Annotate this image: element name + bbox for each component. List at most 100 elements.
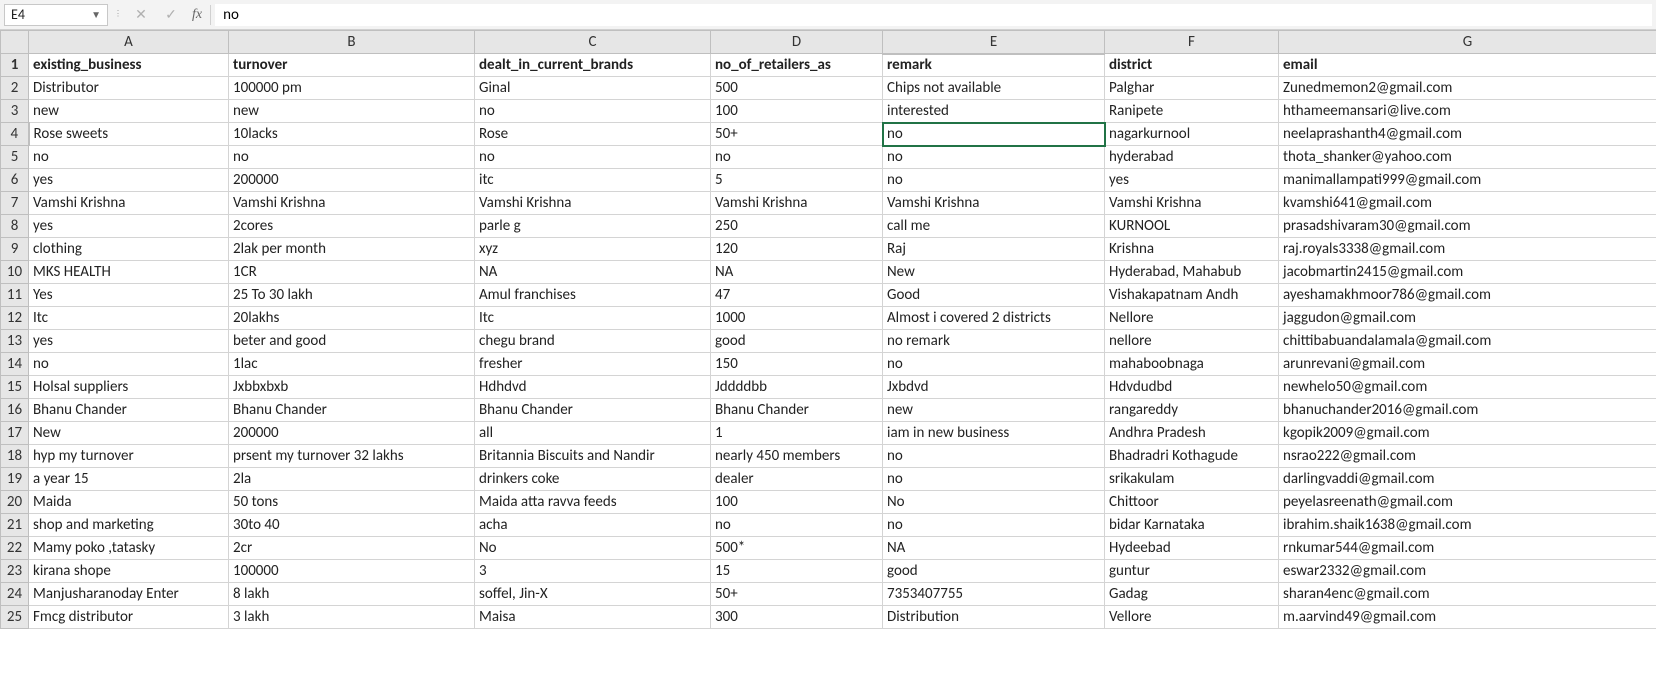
cell[interactable]: dealer [711,468,883,491]
cell[interactable]: soffel, Jin-X [475,583,711,606]
drag-handle-icon[interactable]: ⋮ [112,13,124,16]
cell[interactable]: Palghar [1105,77,1279,100]
row-header[interactable]: 6 [1,169,29,192]
cell[interactable]: Hydeebad [1105,537,1279,560]
cell[interactable]: peyelasreenath@gmail.com [1279,491,1656,514]
cell[interactable]: bhanuchander2016@gmail.com [1279,399,1656,422]
cell[interactable]: nagarkurnool [1105,123,1279,146]
cell[interactable]: 150 [711,353,883,376]
cell[interactable]: hthameemansari@live.com [1279,100,1656,123]
cell[interactable]: 2lak per month [229,238,475,261]
cell[interactable]: 8 lakh [229,583,475,606]
col-header-E[interactable]: E [883,31,1105,54]
cell[interactable]: Good [883,284,1105,307]
cell[interactable]: 500 [711,77,883,100]
cell[interactable]: Jxbbxbxb [229,376,475,399]
row-header[interactable]: 22 [1,537,29,560]
cell[interactable]: eswar2332@gmail.com [1279,560,1656,583]
row-header[interactable]: 2 [1,77,29,100]
cell[interactable]: itc [475,169,711,192]
cell[interactable]: shop and marketing [29,514,229,537]
cell[interactable]: guntur [1105,560,1279,583]
cell[interactable]: existing_business [29,54,229,77]
formula-input[interactable] [215,4,1652,26]
cell[interactable]: darlingvaddi@gmail.com [1279,468,1656,491]
cell[interactable]: 1CR [229,261,475,284]
row-header[interactable]: 1 [1,54,29,77]
cell[interactable]: 47 [711,284,883,307]
row-header[interactable]: 18 [1,445,29,468]
cell[interactable]: Maida [29,491,229,514]
cell[interactable]: No [475,537,711,560]
cell[interactable]: no [29,146,229,169]
name-box[interactable]: E4 ▼ [4,4,108,26]
cell[interactable]: mahaboobnaga [1105,353,1279,376]
cell[interactable]: 50 tons [229,491,475,514]
cell[interactable]: thota_shanker@yahoo.com [1279,146,1656,169]
cell[interactable]: Vamshi Krishna [475,192,711,215]
cell[interactable]: 2la [229,468,475,491]
cell[interactable]: KURNOOL [1105,215,1279,238]
cell[interactable]: Zunedmemon2@gmail.com [1279,77,1656,100]
cell[interactable]: 120 [711,238,883,261]
confirm-icon[interactable]: ✓ [158,4,184,26]
cancel-icon[interactable]: ✕ [128,4,154,26]
row-header[interactable]: 7 [1,192,29,215]
cell[interactable]: Chittoor [1105,491,1279,514]
cell[interactable]: 3 lakh [229,606,475,629]
cell[interactable]: Yes [29,284,229,307]
cell[interactable]: kirana shope [29,560,229,583]
cell[interactable]: Hyderabad, Mahabub [1105,261,1279,284]
cell[interactable]: Ranipete [1105,100,1279,123]
cell[interactable]: Gadag [1105,583,1279,606]
cell[interactable]: good [883,560,1105,583]
cell[interactable]: 7353407755 [883,583,1105,606]
cell[interactable]: jaggudon@gmail.com [1279,307,1656,330]
cell[interactable]: no [883,445,1105,468]
cell[interactable]: NA [475,261,711,284]
cell[interactable]: 25 To 30 lakh [229,284,475,307]
row-header[interactable]: 4 [1,123,29,146]
cell[interactable]: chegu brand [475,330,711,353]
cell[interactable]: Bhanu Chander [229,399,475,422]
cell[interactable]: Chips not available [883,77,1105,100]
cell[interactable]: Maisa [475,606,711,629]
cell[interactable]: turnover [229,54,475,77]
row-header[interactable]: 3 [1,100,29,123]
cell[interactable]: district [1105,54,1279,77]
row-header[interactable]: 9 [1,238,29,261]
cell[interactable]: newhelo50@gmail.com [1279,376,1656,399]
cell[interactable]: xyz [475,238,711,261]
cell[interactable]: Raj [883,238,1105,261]
cell[interactable]: yes [1105,169,1279,192]
col-header-F[interactable]: F [1105,31,1279,54]
cell[interactable]: Vishakapatnam Andh [1105,284,1279,307]
cell[interactable]: call me [883,215,1105,238]
cell[interactable]: 1000 [711,307,883,330]
cell[interactable]: no [883,169,1105,192]
cell[interactable]: Bhadradri Kothagude [1105,445,1279,468]
cell[interactable]: Holsal suppliers [29,376,229,399]
cell[interactable]: no [475,100,711,123]
cell[interactable]: Bhanu Chander [711,399,883,422]
cell[interactable]: Vamshi Krishna [711,192,883,215]
col-header-D[interactable]: D [711,31,883,54]
cell[interactable]: 1 [711,422,883,445]
cell[interactable]: 100000 [229,560,475,583]
row-header[interactable]: 11 [1,284,29,307]
cell[interactable]: Vamshi Krishna [29,192,229,215]
cell[interactable]: Hdhdvd [475,376,711,399]
cell[interactable]: remark [883,54,1105,77]
cell[interactable]: parle g [475,215,711,238]
row-header[interactable]: 13 [1,330,29,353]
fx-icon[interactable]: fx [188,7,206,23]
cell[interactable]: beter and good [229,330,475,353]
cell[interactable]: prsent my turnover 32 lakhs [229,445,475,468]
cell[interactable]: no [475,146,711,169]
cell[interactable]: no [229,146,475,169]
cell[interactable]: kgopik2009@gmail.com [1279,422,1656,445]
cell[interactable]: yes [29,169,229,192]
cell[interactable]: 20lakhs [229,307,475,330]
cell[interactable]: MKS HEALTH [29,261,229,284]
cell[interactable]: 10lacks [229,123,475,146]
